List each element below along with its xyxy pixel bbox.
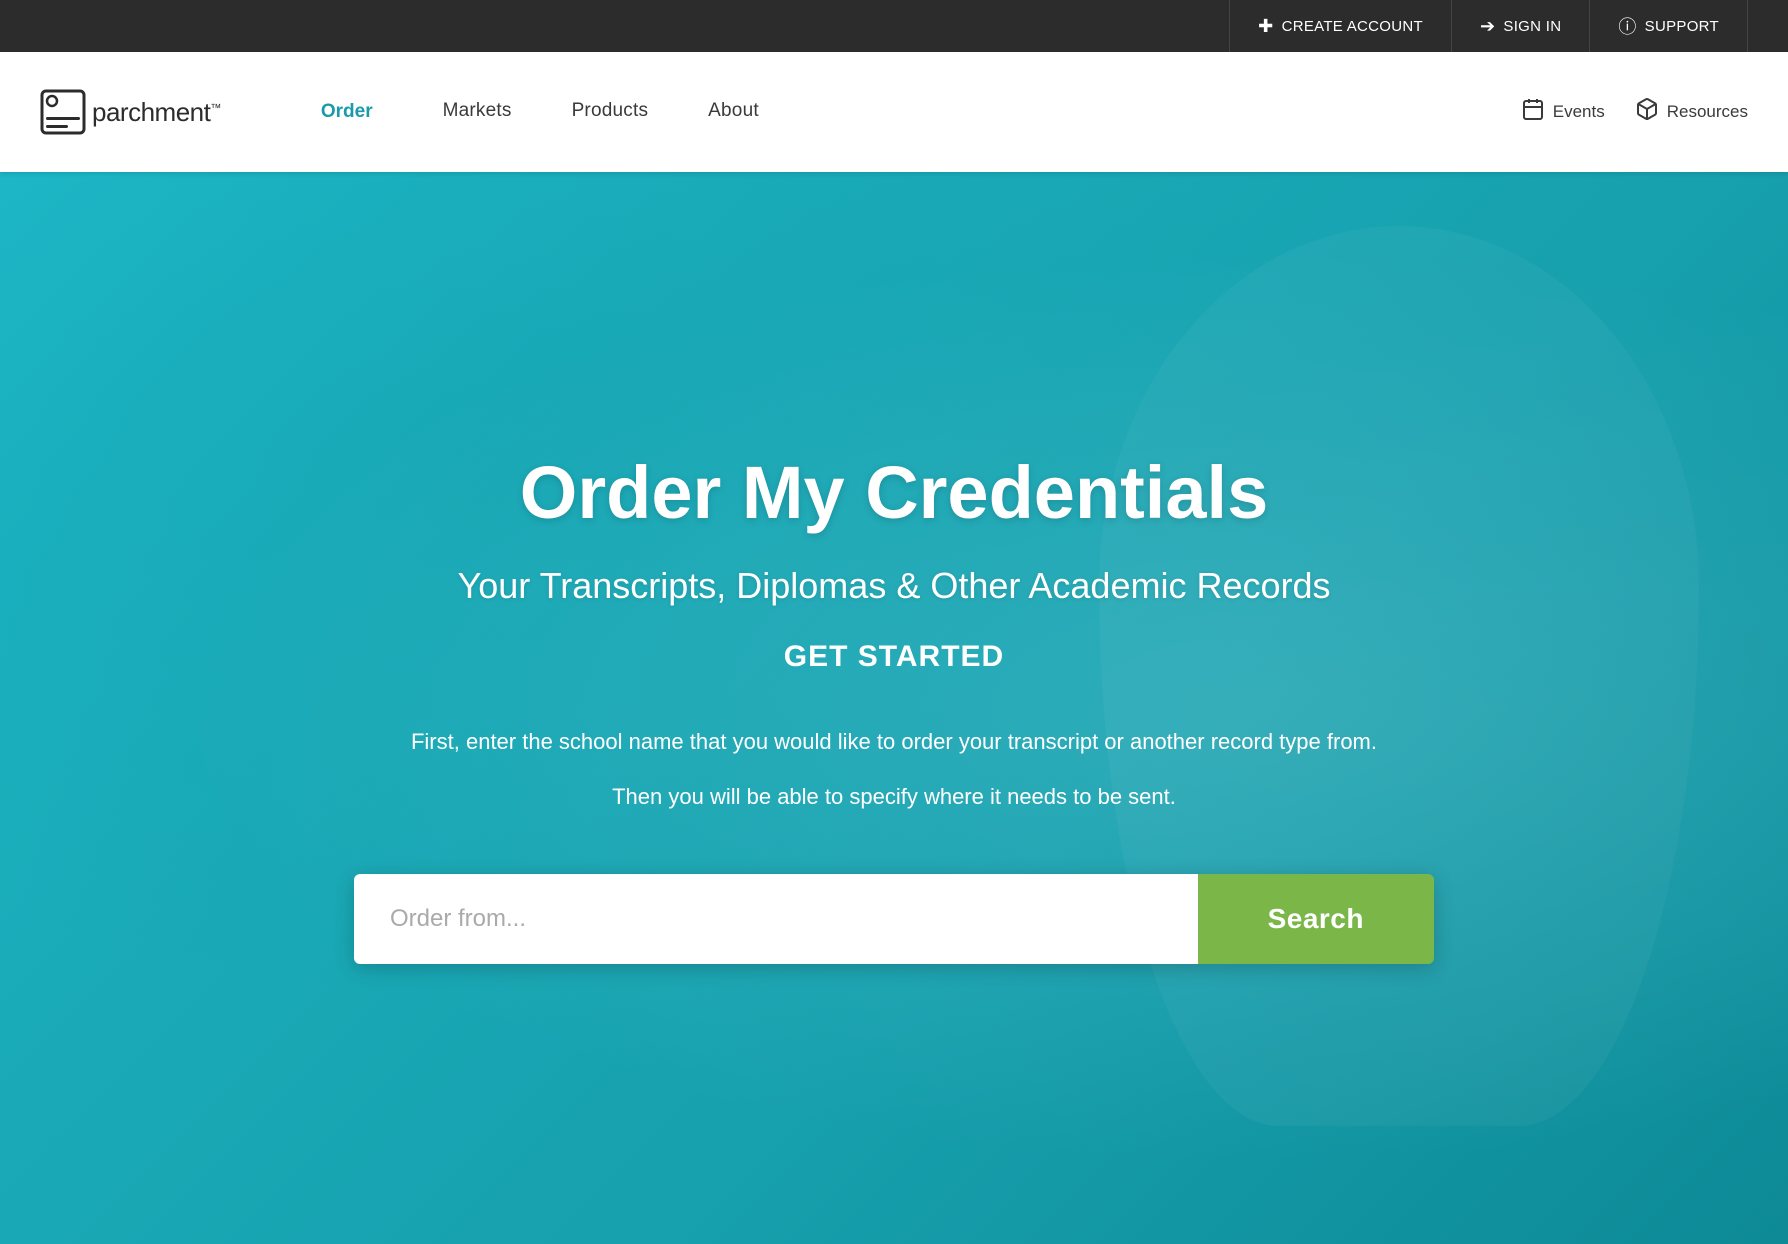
- nav-tab-about[interactable]: About: [678, 52, 789, 172]
- hero-content: Order My Credentials Your Transcripts, D…: [294, 452, 1494, 965]
- nav-links: Order Markets Products About: [281, 52, 1521, 172]
- main-nav: parchment™ Order Markets Products About: [0, 52, 1788, 172]
- top-bar: ✚ CREATE ACCOUNT ➔ SIGN IN ⓘ SUPPORT: [0, 0, 1788, 52]
- box-icon: [1635, 97, 1659, 127]
- create-account-icon: ✚: [1258, 16, 1273, 37]
- sign-in-label: SIGN IN: [1503, 18, 1561, 35]
- school-search-input[interactable]: [354, 874, 1198, 964]
- sign-in-button[interactable]: ➔ SIGN IN: [1451, 0, 1589, 52]
- create-account-button[interactable]: ✚ CREATE ACCOUNT: [1229, 0, 1451, 52]
- search-bar: Search: [354, 874, 1434, 964]
- logo[interactable]: parchment™: [40, 89, 221, 135]
- hero-section: Order My Credentials Your Transcripts, D…: [0, 172, 1788, 1244]
- search-button[interactable]: Search: [1198, 874, 1434, 964]
- logo-text: parchment™: [92, 97, 221, 128]
- calendar-icon: [1521, 97, 1545, 127]
- support-label: SUPPORT: [1645, 18, 1719, 35]
- hero-title: Order My Credentials: [354, 452, 1434, 533]
- hero-description2: Then you will be able to specify where i…: [354, 779, 1434, 814]
- hero-subtitle: Your Transcripts, Diplomas & Other Acade…: [354, 563, 1434, 610]
- nav-tab-markets[interactable]: Markets: [413, 52, 542, 172]
- nav-tab-order[interactable]: Order: [281, 52, 413, 172]
- sign-in-icon: ➔: [1480, 16, 1495, 37]
- logo-area[interactable]: parchment™: [40, 89, 221, 135]
- parchment-logo-icon: [40, 89, 86, 135]
- nav-tab-products[interactable]: Products: [542, 52, 679, 172]
- nav-right: Events Resources: [1521, 97, 1748, 127]
- create-account-label: CREATE ACCOUNT: [1282, 18, 1423, 35]
- support-button[interactable]: ⓘ SUPPORT: [1589, 0, 1748, 52]
- support-icon: ⓘ: [1618, 13, 1636, 39]
- hero-description1: First, enter the school name that you wo…: [394, 724, 1394, 759]
- nav-resources[interactable]: Resources: [1635, 97, 1748, 127]
- nav-events[interactable]: Events: [1521, 97, 1605, 127]
- hero-cta: GET STARTED: [354, 640, 1434, 674]
